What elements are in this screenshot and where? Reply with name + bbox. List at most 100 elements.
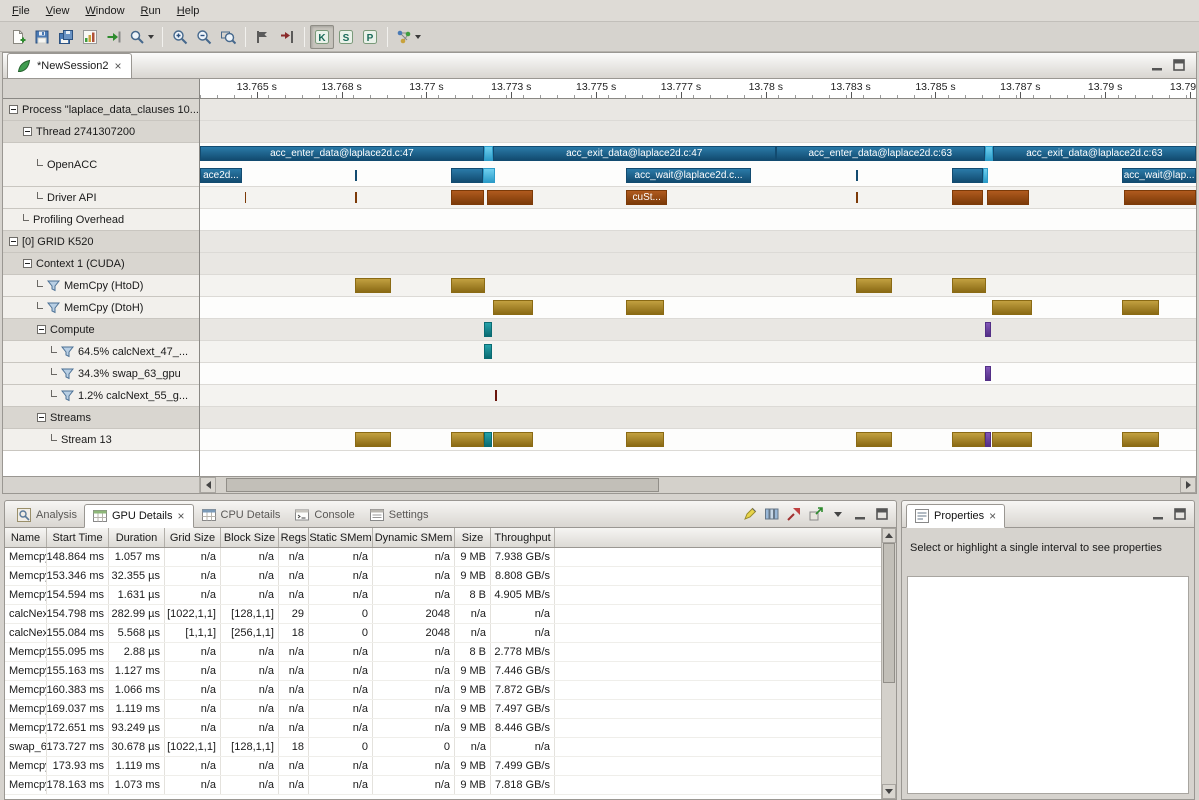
timeline-ruler[interactable]: 13.765 s13.768 s13.77 s13.773 s13.775 s1… — [200, 79, 1196, 99]
timeline-bar[interactable] — [484, 432, 492, 447]
timeline-bar[interactable] — [484, 344, 492, 359]
menu-run[interactable]: Run — [133, 2, 169, 20]
timeline-bar[interactable] — [856, 170, 857, 181]
tree-row[interactable]: Thread 2741307200 — [3, 121, 199, 143]
timeline-bar[interactable] — [952, 190, 983, 205]
timeline-bar[interactable] — [992, 300, 1032, 315]
tree-row[interactable]: Process "laplace_data_clauses 10... — [3, 99, 199, 121]
vscrollbar-thumb[interactable] — [883, 543, 895, 683]
column-header-regs[interactable]: Regs — [279, 528, 309, 547]
timeline-bar[interactable] — [992, 432, 1032, 447]
timeline-bar[interactable] — [952, 432, 985, 447]
timeline-bar[interactable] — [952, 168, 983, 183]
new-session-button[interactable] — [6, 25, 30, 49]
view-menu-icon[interactable] — [828, 504, 848, 524]
column-header-throughput[interactable]: Throughput — [491, 528, 555, 547]
timeline-bar[interactable]: acc_exit_data@laplace2d.c:47 — [493, 146, 776, 161]
menu-window[interactable]: Window — [77, 2, 132, 20]
tree-row[interactable]: MemCpy (HtoD) — [3, 275, 199, 297]
table-row[interactable]: Memcpy169.037 ms1.119 msn/an/an/an/an/a9… — [5, 700, 881, 719]
timeline-bar[interactable] — [484, 322, 492, 337]
table-row[interactable]: Memcpy155.163 ms1.127 msn/an/an/an/an/a9… — [5, 662, 881, 681]
minimize-icon[interactable] — [1148, 56, 1166, 74]
tab-console[interactable]: Console — [287, 503, 361, 527]
column-header-block-size[interactable]: Block Size — [221, 528, 279, 547]
search-button[interactable] — [126, 25, 157, 49]
tab-properties[interactable]: Properties — [906, 504, 1005, 528]
highlighter-icon[interactable] — [740, 504, 760, 524]
table-row[interactable]: Memcpy178.163 ms1.073 msn/an/an/an/an/a9… — [5, 776, 881, 795]
menu-help[interactable]: Help — [169, 2, 208, 20]
timeline-bar[interactable] — [355, 170, 356, 181]
expander-icon[interactable] — [23, 259, 32, 268]
column-header-dynamic-smem[interactable]: Dynamic SMem — [373, 528, 455, 547]
expander-icon[interactable] — [9, 237, 18, 246]
zoom-in-button[interactable] — [168, 25, 192, 49]
tree-row[interactable]: 34.3% swap_63_gpu — [3, 363, 199, 385]
scroll-left-button[interactable] — [200, 477, 216, 493]
timeline-bar[interactable] — [493, 300, 533, 315]
timeline-bar[interactable]: acc_wait@lap... — [1122, 168, 1196, 183]
timeline-bar[interactable] — [987, 190, 1029, 205]
timeline-bar[interactable] — [856, 192, 857, 203]
column-header-name[interactable]: Name — [5, 528, 47, 547]
kernel-view-toggle-button[interactable]: K — [310, 25, 334, 49]
dropdown-arrow-icon[interactable] — [415, 35, 421, 39]
tab-cpu-details[interactable]: CPU Details — [194, 503, 288, 527]
column-header-size[interactable]: Size — [455, 528, 491, 547]
timeline-bar[interactable] — [495, 390, 497, 401]
timeline-bar[interactable] — [493, 432, 533, 447]
timeline-bar[interactable]: acc_exit_data@laplace2d.c:63 — [993, 146, 1196, 161]
editor-tab-session[interactable]: *NewSession2 — [7, 53, 132, 78]
timeline-bar[interactable]: acc_wait@laplace2d.c... — [626, 168, 751, 183]
column-header-start-time[interactable]: Start Time — [47, 528, 109, 547]
import-button[interactable] — [102, 25, 126, 49]
scroll-right-button[interactable] — [1180, 477, 1196, 493]
table-row[interactable]: swap_63173.727 ms30.678 µs[1022,1,1][128… — [5, 738, 881, 757]
tree-row[interactable]: MemCpy (DtoH) — [3, 297, 199, 319]
table-row[interactable]: Memcpy160.383 ms1.066 msn/an/an/an/an/a9… — [5, 681, 881, 700]
timeline-bar[interactable]: cuSt... — [626, 190, 667, 205]
save-session-button[interactable] — [30, 25, 54, 49]
timeline-bar[interactable] — [487, 190, 533, 205]
guided-analysis-button[interactable] — [393, 25, 424, 49]
tree-row[interactable]: Profiling Overhead — [3, 209, 199, 231]
expander-icon[interactable] — [9, 105, 18, 114]
tree-row[interactable]: 64.5% calcNext_47_... — [3, 341, 199, 363]
tree-row[interactable]: OpenACC — [3, 143, 199, 187]
mark-timeline-button[interactable] — [251, 25, 275, 49]
timeline-hscrollbar[interactable] — [3, 476, 1196, 493]
table-row[interactable]: Memcpy148.864 ms1.057 msn/an/an/an/an/a9… — [5, 548, 881, 567]
profile-application-button[interactable] — [78, 25, 102, 49]
table-row[interactable]: Memcpy154.594 ms1.631 µsn/an/an/an/an/a8… — [5, 586, 881, 605]
columns-icon[interactable] — [762, 504, 782, 524]
tree-row[interactable]: [0] GRID K520 — [3, 231, 199, 253]
table-row[interactable]: calcNext154.798 ms282.99 µs[1022,1,1][12… — [5, 605, 881, 624]
timeline-bar[interactable] — [626, 432, 664, 447]
table-row[interactable]: Memcpy173.93 ms1.119 msn/an/an/an/an/a9 … — [5, 757, 881, 776]
export-icon[interactable] — [806, 504, 826, 524]
maximize-icon[interactable] — [872, 504, 892, 524]
save-all-button[interactable] — [54, 25, 78, 49]
timeline-bar[interactable] — [451, 168, 483, 183]
timeline-bar[interactable] — [483, 168, 495, 183]
focus-icon[interactable] — [784, 504, 804, 524]
close-icon[interactable] — [988, 510, 997, 522]
zoom-out-button[interactable] — [192, 25, 216, 49]
timeline-bar[interactable] — [1122, 432, 1159, 447]
process-view-toggle-button[interactable]: P — [358, 25, 382, 49]
timeline-bar[interactable] — [355, 432, 391, 447]
table-row[interactable]: Memcpy172.651 ms93.249 µsn/an/an/an/an/a… — [5, 719, 881, 738]
timeline-bar[interactable] — [451, 432, 484, 447]
timeline-bar[interactable] — [451, 278, 485, 293]
tree-row[interactable]: Compute — [3, 319, 199, 341]
close-icon[interactable] — [177, 510, 186, 522]
timeline-bar[interactable]: ace2d... — [200, 168, 242, 183]
timeline-bar[interactable]: acc_enter_data@laplace2d.c:63 — [776, 146, 985, 161]
goto-marker-button[interactable] — [275, 25, 299, 49]
timeline-bar[interactable]: acc_enter_data@laplace2d.c:47 — [200, 146, 484, 161]
timeline-bar[interactable] — [626, 300, 664, 315]
hscrollbar-thumb[interactable] — [226, 478, 660, 492]
expander-icon[interactable] — [37, 413, 46, 422]
timeline-bar[interactable] — [985, 322, 991, 337]
